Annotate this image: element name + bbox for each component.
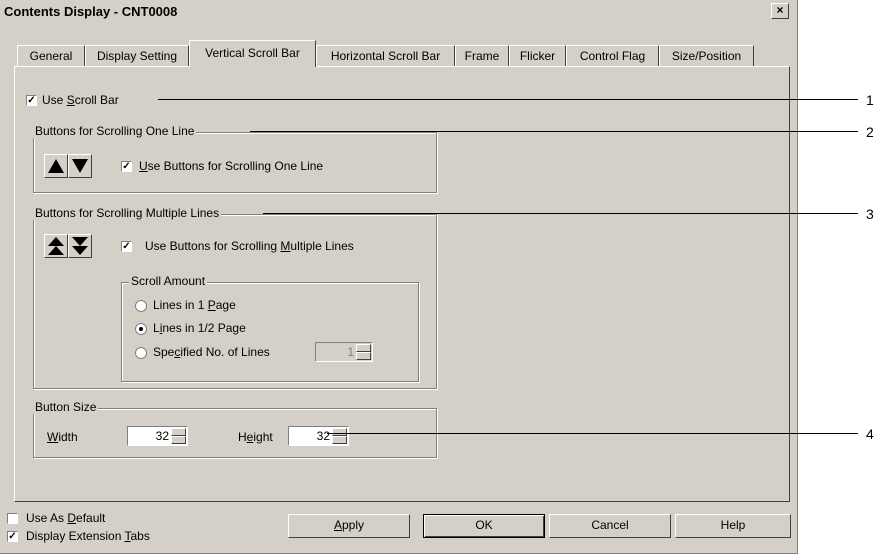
triangle-down-icon <box>72 159 88 173</box>
triangle-up-icon <box>48 159 64 173</box>
use-one-line-buttons-checkbox[interactable]: ✓ <box>121 161 132 172</box>
tab-flicker[interactable]: Flicker <box>509 45 566 67</box>
double-triangle-up-icon <box>48 237 64 255</box>
lines-in-1-page-radio[interactable] <box>135 300 147 312</box>
height-value: 32 <box>316 429 330 443</box>
width-spinner[interactable]: 32 <box>127 426 188 446</box>
callout-line-1 <box>158 99 858 100</box>
title-bar: Contents Display - CNT0008 × <box>0 0 797 24</box>
ok-button[interactable]: OK <box>423 514 545 538</box>
height-label: Height <box>238 430 273 444</box>
specified-lines-value: 1 <box>347 345 354 359</box>
specified-lines-radio[interactable] <box>135 347 147 359</box>
apply-button[interactable]: Apply <box>288 514 410 538</box>
width-spinner-arrows[interactable] <box>171 428 186 444</box>
width-label: Width <box>47 430 78 444</box>
tab-frame[interactable]: Frame <box>455 45 509 67</box>
use-as-default-label: Use As Default <box>26 511 106 525</box>
specified-lines-label: Specified No. of Lines <box>153 345 270 359</box>
tab-size-position[interactable]: Size/Position <box>659 45 754 67</box>
scroll-amount-legend: Scroll Amount <box>129 274 208 288</box>
callout-number-2: 2 <box>866 124 874 140</box>
scroll-down-one-button[interactable] <box>68 154 92 178</box>
use-one-line-buttons-label: Use Buttons for Scrolling One Line <box>139 159 324 173</box>
tab-vertical-scroll-bar[interactable]: Vertical Scroll Bar <box>189 40 316 67</box>
use-scroll-bar-label: Use Scroll Bar <box>42 93 119 107</box>
use-scroll-bar-checkbox[interactable]: ✓ <box>26 95 37 106</box>
scroll-multi-line-legend: Buttons for Scrolling Multiple Lines <box>33 206 222 220</box>
callout-line-4 <box>327 433 858 434</box>
callout-number-4: 4 <box>866 426 874 442</box>
scroll-down-page-button[interactable] <box>68 234 92 258</box>
lines-in-1-page-label: Lines in 1 Page <box>153 298 236 312</box>
callout-number-3: 3 <box>866 206 874 222</box>
specified-lines-spinner[interactable]: 1 <box>315 342 373 362</box>
scroll-up-page-button[interactable] <box>44 234 68 258</box>
tab-horizontal-scroll-bar[interactable]: Horizontal Scroll Bar <box>316 45 455 67</box>
spinner-arrows[interactable] <box>356 344 371 360</box>
close-button[interactable]: × <box>771 3 789 19</box>
tab-control-flag[interactable]: Control Flag <box>566 45 659 67</box>
tab-display-setting[interactable]: Display Setting <box>85 45 189 67</box>
double-triangle-down-icon <box>72 237 88 255</box>
callout-line-2 <box>250 131 858 132</box>
height-spinner-arrows[interactable] <box>332 428 347 444</box>
cancel-button[interactable]: Cancel <box>549 514 671 538</box>
lines-in-half-page-radio[interactable] <box>135 323 147 335</box>
scroll-up-one-button[interactable] <box>44 154 68 178</box>
use-multi-line-buttons-label: Use Buttons for Scrolling Multiple Lines <box>145 239 354 253</box>
button-size-legend: Button Size <box>33 400 99 414</box>
scroll-one-line-legend: Buttons for Scrolling One Line <box>33 124 197 138</box>
tab-general[interactable]: General <box>17 45 85 67</box>
window-title: Contents Display - CNT0008 <box>4 4 178 19</box>
use-multi-line-buttons-checkbox[interactable]: ✓ <box>121 241 132 252</box>
width-value: 32 <box>155 429 169 443</box>
callout-line-3 <box>263 213 858 214</box>
help-button[interactable]: Help <box>675 514 791 538</box>
display-extension-tabs-checkbox[interactable]: ✓ <box>7 531 18 542</box>
height-spinner[interactable]: 32 <box>288 426 349 446</box>
callout-number-1: 1 <box>866 92 874 108</box>
display-extension-tabs-label: Display Extension Tabs <box>26 529 150 543</box>
lines-in-half-page-label: Lines in 1/2 Page <box>153 321 246 335</box>
use-as-default-checkbox[interactable] <box>7 513 18 524</box>
